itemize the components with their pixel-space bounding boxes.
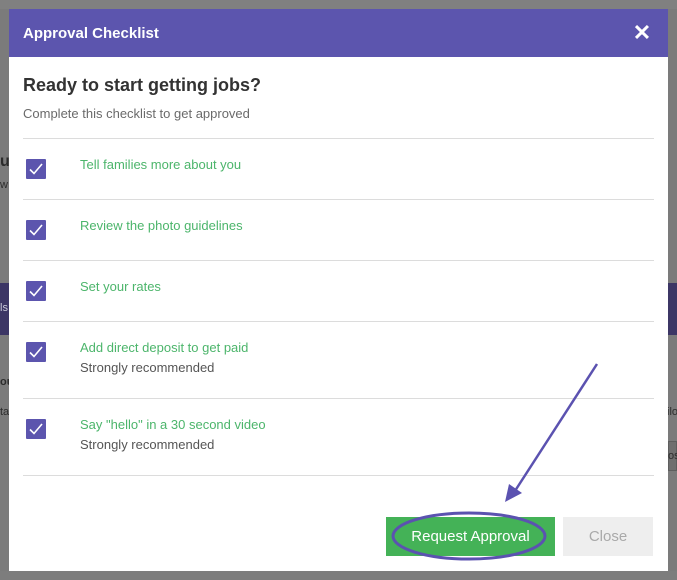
checklist-item-rates[interactable]: Set your rates bbox=[23, 261, 654, 322]
modal-footer: Request Approval Close bbox=[386, 517, 653, 556]
checkmark-icon bbox=[29, 163, 43, 175]
checkmark-icon bbox=[29, 224, 43, 236]
checkbox-checked[interactable] bbox=[26, 419, 46, 439]
modal-header: Approval Checklist ✕ bbox=[9, 9, 668, 57]
background-text-fragment: ls bbox=[0, 302, 8, 314]
close-button[interactable]: Close bbox=[563, 517, 653, 556]
background-page-bottom bbox=[0, 571, 677, 580]
checkbox-checked[interactable] bbox=[26, 281, 46, 301]
checklist-item-text: Review the photo guidelines bbox=[80, 218, 243, 233]
checklist-item-text: Set your rates bbox=[80, 279, 161, 294]
checklist-item-label[interactable]: Say "hello" in a 30 second video bbox=[80, 417, 266, 432]
background-page-top bbox=[0, 0, 677, 9]
checklist-item-about[interactable]: Tell families more about you bbox=[23, 139, 654, 200]
close-icon[interactable]: ✕ bbox=[632, 22, 652, 44]
checklist-item-deposit[interactable]: Add direct deposit to get paid Strongly … bbox=[23, 322, 654, 399]
checklist-item-label[interactable]: Set your rates bbox=[80, 279, 161, 294]
checklist-item-note: Strongly recommended bbox=[80, 437, 215, 452]
modal-body: Ready to start getting jobs? Complete th… bbox=[9, 75, 668, 476]
checklist-item-text: Say "hello" in a 30 second video Strongl… bbox=[80, 417, 266, 452]
checklist-item-video[interactable]: Say "hello" in a 30 second video Strongl… bbox=[23, 399, 654, 476]
checklist: Tell families more about you Review the … bbox=[23, 138, 654, 476]
modal-title: Approval Checklist bbox=[23, 24, 159, 42]
background-text-fragment: ilo bbox=[667, 406, 677, 418]
checkmark-icon bbox=[29, 423, 43, 435]
checkbox-checked[interactable] bbox=[26, 220, 46, 240]
checklist-item-label[interactable]: Tell families more about you bbox=[80, 157, 241, 172]
checkmark-icon bbox=[29, 285, 43, 297]
checkbox-checked[interactable] bbox=[26, 342, 46, 362]
request-approval-button[interactable]: Request Approval bbox=[386, 517, 555, 556]
background-text-fragment: ta bbox=[0, 406, 10, 418]
checklist-heading: Ready to start getting jobs? bbox=[23, 75, 262, 95]
checklist-item-label[interactable]: Add direct deposit to get paid bbox=[80, 340, 248, 355]
approval-checklist-modal: Approval Checklist ✕ Ready to start gett… bbox=[9, 9, 668, 571]
background-banner-right bbox=[668, 283, 677, 335]
checkbox-checked[interactable] bbox=[26, 159, 46, 179]
checklist-item-photo[interactable]: Review the photo guidelines bbox=[23, 200, 654, 261]
checkmark-icon bbox=[29, 346, 43, 358]
background-text-fragment: w bbox=[0, 179, 8, 191]
checklist-item-label[interactable]: Review the photo guidelines bbox=[80, 218, 243, 233]
checklist-subheading: Complete this checklist to get approved bbox=[23, 106, 250, 121]
checklist-item-note: Strongly recommended bbox=[80, 360, 215, 375]
background-text-fragment: os bbox=[668, 450, 677, 462]
checklist-item-text: Add direct deposit to get paid Strongly … bbox=[80, 340, 248, 375]
checklist-item-text: Tell families more about you bbox=[80, 157, 241, 172]
